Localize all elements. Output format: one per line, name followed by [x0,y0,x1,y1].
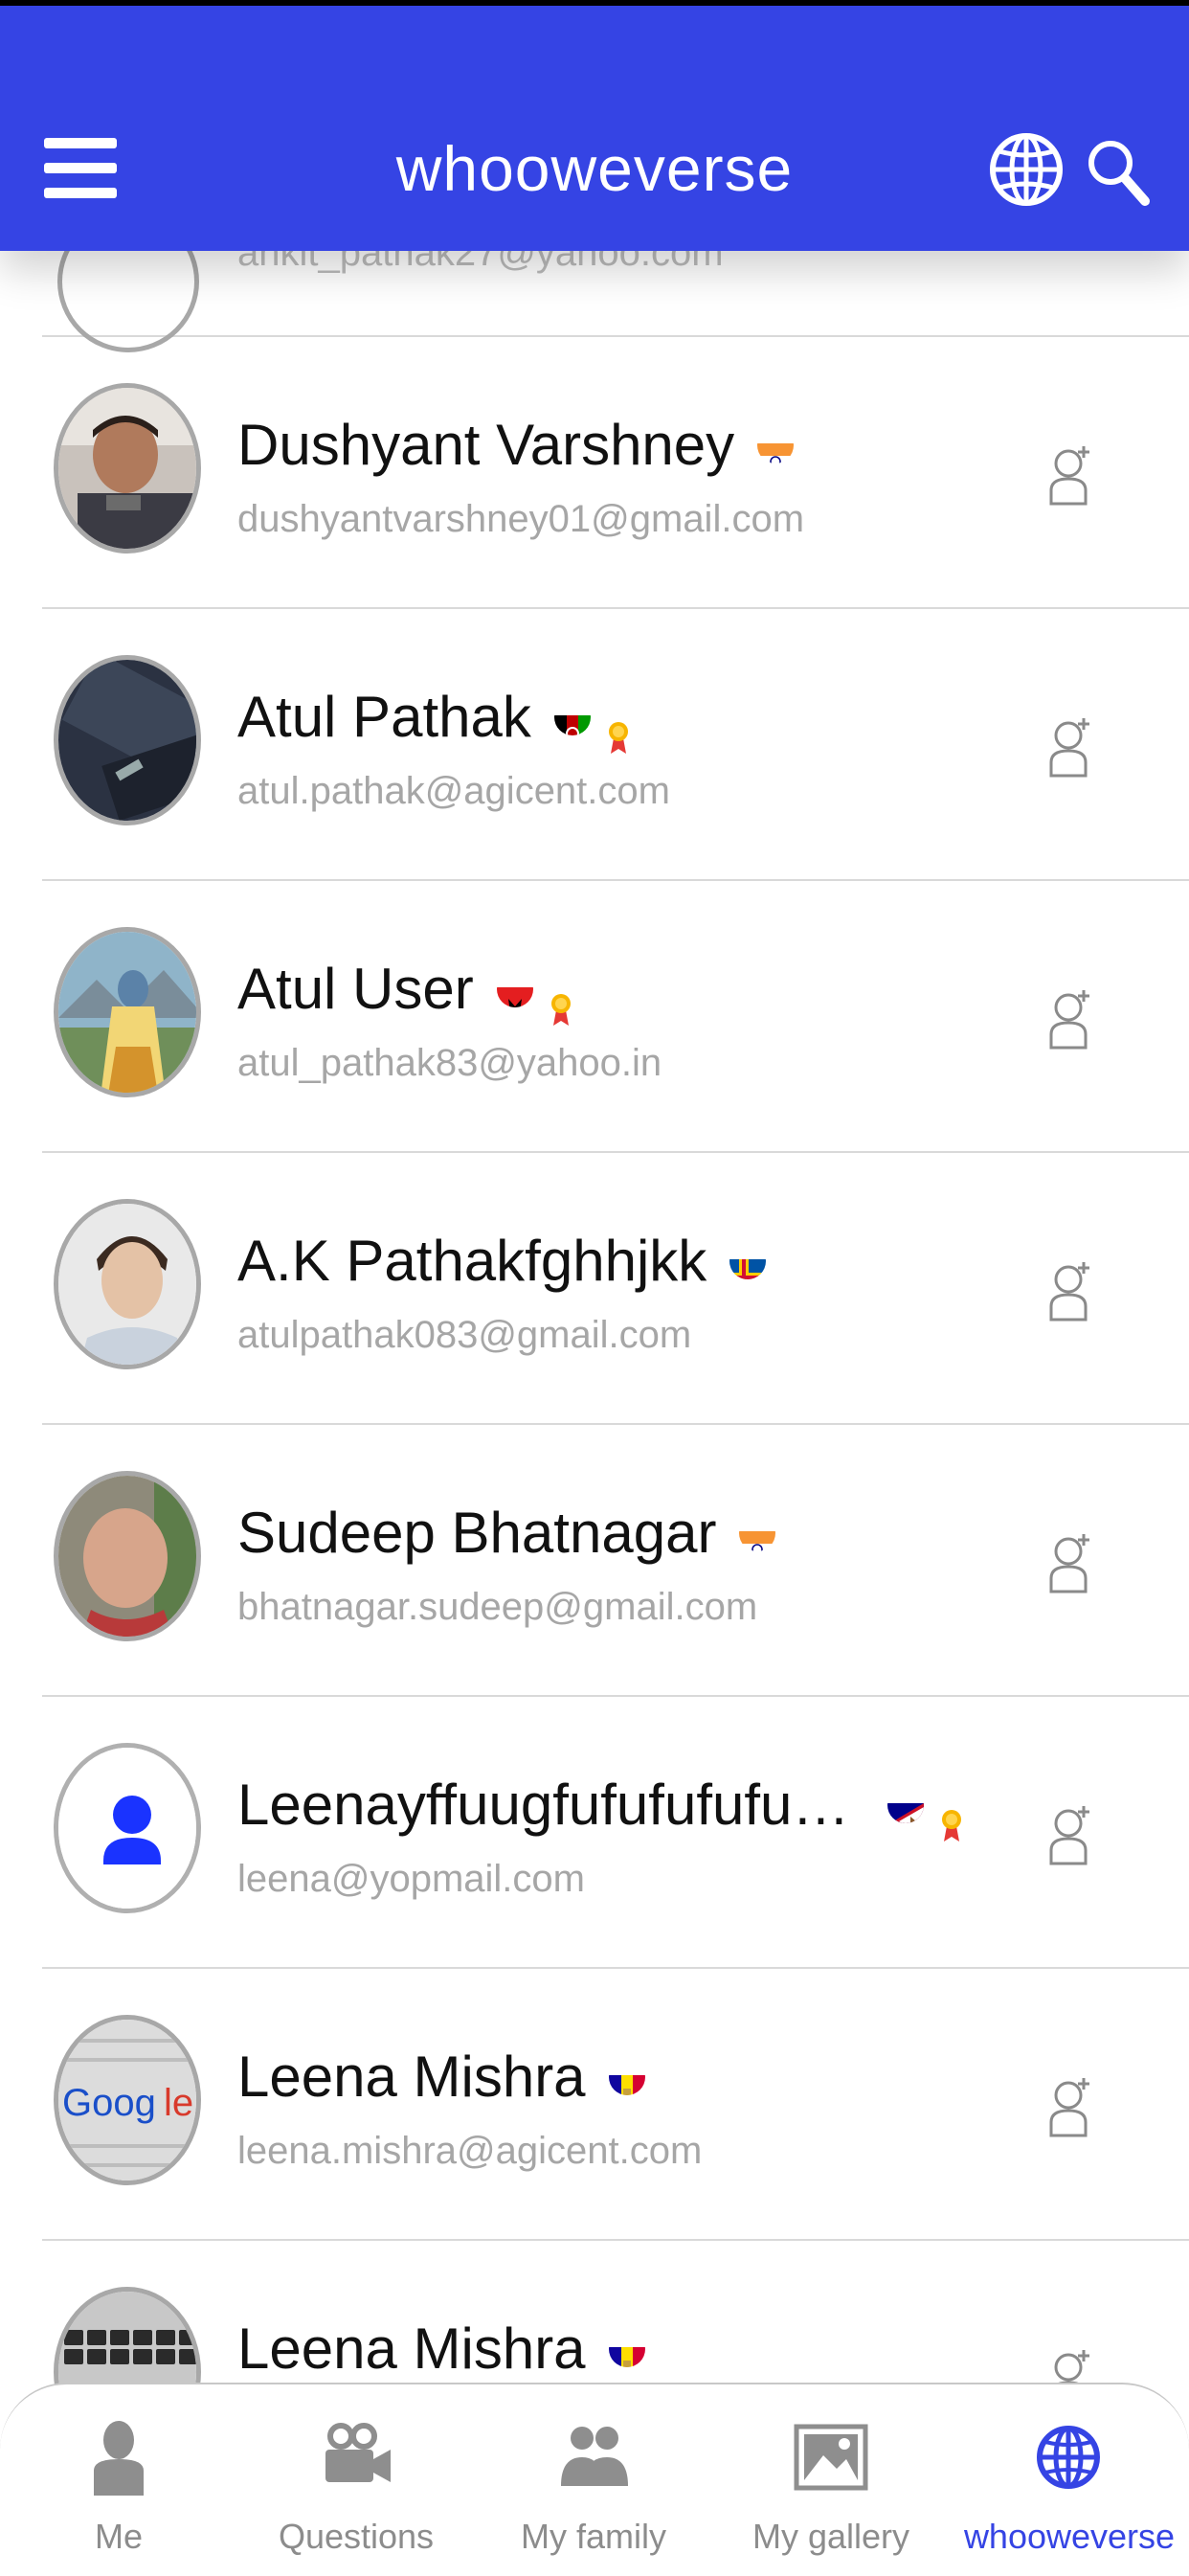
user-name: Leena Mishra [237,2044,645,2110]
add-friend-icon[interactable] [1047,1802,1093,1867]
svg-text:Goog: Goog [62,2082,156,2124]
flag-afghanistan-icon [553,699,591,735]
app-header: whooweverse [0,6,1189,251]
add-friend-icon[interactable] [1047,1258,1093,1323]
tab-whooweverse[interactable]: whooweverse [950,2384,1189,2576]
tab-me[interactable]: Me [0,2384,237,2576]
globe-icon [1030,2419,1107,2496]
gallery-icon [793,2419,869,2496]
user-email: bhatnagar.sudeep@gmail.com [237,1586,758,1628]
user-row[interactable]: Dushyant Varshney dushyantvarshney01@gma… [42,337,1189,609]
flag-american-samoa-icon [887,1787,925,1823]
medal-badge-icon [941,1789,962,1842]
user-name: Dushyant Varshney [237,412,795,478]
user-row[interactable]: Sudeep Bhatnagar bhatnagar.sudeep@gmail.… [42,1425,1189,1697]
user-name: A.K Pathakfghhjkk [237,1228,767,1294]
user-row[interactable]: A.K Pathakfghhjkk atulpathak083@gmail.co… [42,1153,1189,1425]
user-avatar [54,1743,201,1913]
video-camera-icon [318,2419,394,2496]
user-avatar [54,927,201,1097]
add-friend-icon[interactable] [1047,714,1093,780]
user-avatar [54,655,201,825]
person-icon [80,2419,157,2496]
user-avatar: Goog le [54,2015,201,2185]
user-row[interactable]: Atul Pathak atul.pathak@agicent.com [42,609,1189,881]
flag-andorra-icon [608,2331,645,2367]
user-avatar [54,1471,201,1641]
tab-my-gallery[interactable]: My gallery [712,2384,950,2576]
user-email: leena.mishra@agicent.com [237,2130,703,2172]
family-icon [555,2419,632,2496]
user-email: dushyantvarshney01@gmail.com [237,498,805,540]
globe-icon[interactable] [988,128,1065,211]
flag-aland-islands-icon [729,1243,767,1279]
user-row[interactable]: Goog le Leena Mishra leena.mishra@agicen… [42,1969,1189,2241]
add-friend-icon[interactable] [1047,986,1093,1051]
search-icon[interactable] [1084,134,1153,211]
medal-badge-icon [550,973,572,1026]
add-friend-icon[interactable] [1047,1530,1093,1595]
bottom-tab-bar: Me Questions My family My gallery whoowe… [0,2383,1189,2576]
svg-text:le: le [164,2082,193,2124]
add-friend-icon[interactable] [1047,442,1093,508]
flag-albania-icon [496,971,533,1007]
add-friend-icon[interactable] [1047,2074,1093,2139]
user-avatar [54,1199,201,1369]
tab-questions[interactable]: Questions [237,2384,475,2576]
user-name: Atul Pathak [237,684,629,754]
user-row[interactable]: Atul User atul_pathak83@yahoo.in [42,881,1189,1153]
user-email: leena@yopmail.com [237,1858,585,1900]
tab-my-family[interactable]: My family [475,2384,712,2576]
user-name: Leenayffuugfufufufufu… [237,1772,962,1842]
user-avatar [54,383,201,554]
user-email: atul_pathak83@yahoo.in [237,1042,662,1084]
flag-india-icon [739,1515,776,1551]
medal-badge-icon [608,701,629,754]
user-row[interactable]: Leenayffuugfufufufufu… leena@yopmail.com [42,1697,1189,1969]
user-email: atulpathak083@gmail.com [237,1314,692,1356]
flag-andorra-icon [608,2059,645,2095]
user-name: Atul User [237,956,572,1026]
user-email: atul.pathak@agicent.com [237,770,670,812]
user-name: Leena Mishra [237,2316,645,2382]
user-name: Sudeep Bhatnagar [237,1500,776,1566]
flag-india-icon [757,427,795,463]
